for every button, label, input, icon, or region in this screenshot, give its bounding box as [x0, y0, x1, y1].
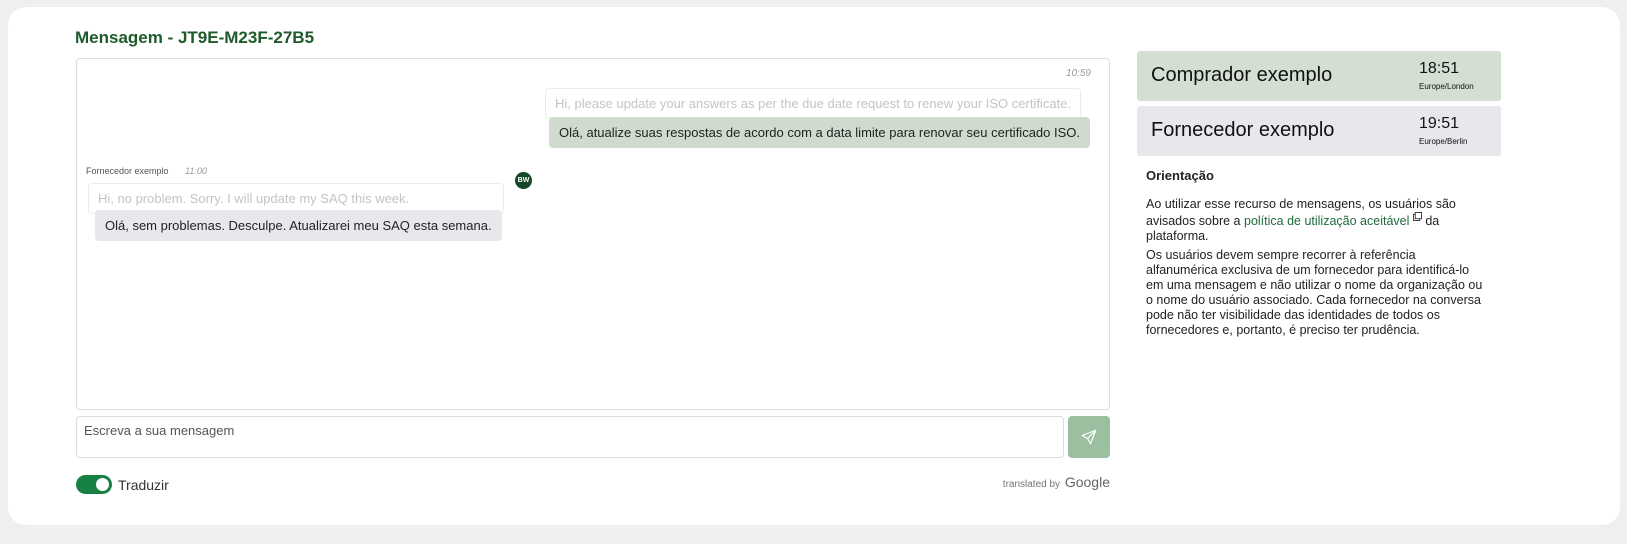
guidance-paragraph: Ao utilizar esse recurso de mensagens, o…: [1146, 197, 1486, 244]
guidance-title: Orientação: [1146, 168, 1214, 183]
participant-name: Comprador exemplo: [1151, 64, 1333, 86]
send-icon: [1081, 429, 1097, 445]
toggle-knob: [96, 478, 109, 491]
translation-credit: translated by Google: [1003, 474, 1110, 490]
message-time: 11:00: [185, 166, 207, 176]
send-button[interactable]: [1068, 416, 1110, 458]
participant-local-time: 19:51: [1419, 115, 1460, 132]
external-link-icon: [1412, 212, 1422, 221]
conversation-panel[interactable]: 10:59 Hi, please update your answers as …: [76, 58, 1110, 410]
guidance-text: Ao utilizar esse recurso de mensagens, o…: [1146, 197, 1486, 342]
message-original-text: Hi, please update your answers as per th…: [545, 88, 1081, 119]
guidance-paragraph: Os usuários devem sempre recorrer à refe…: [1146, 248, 1483, 337]
avatar: BW: [515, 172, 532, 189]
participant-supplier: Fornecedor exemplo 19:51 Europe/Berlin: [1137, 106, 1501, 156]
translation-credit-prefix: translated by: [1002, 479, 1061, 490]
message-translated-text: Olá, sem problemas. Desculpe. Atualizare…: [95, 210, 502, 241]
acceptable-use-policy-link[interactable]: política de utilização aceitável: [1244, 214, 1409, 228]
participant-timezone: Europe/London: [1419, 82, 1474, 91]
participant-local-time: 18:51: [1419, 60, 1460, 77]
participant-timezone: Europe/Berlin: [1419, 137, 1468, 146]
translate-toggle-label: Traduzir: [118, 477, 169, 493]
message-meta: Fornecedor exemplo 11:00: [86, 166, 207, 176]
message-translated-text: Olá, atualize suas respostas de acordo c…: [549, 117, 1090, 148]
sender-name: Fornecedor exemplo: [86, 166, 169, 176]
google-logo: Google: [1064, 474, 1110, 490]
message-time: 10:59: [1065, 68, 1091, 79]
translate-toggle[interactable]: [76, 475, 112, 494]
participant-name: Fornecedor exemplo: [1151, 119, 1335, 141]
message-input[interactable]: [76, 416, 1064, 458]
page-title: Mensagem - JT9E-M23F-27B5: [75, 28, 315, 47]
participant-buyer: Comprador exemplo 18:51 Europe/London: [1137, 51, 1501, 101]
